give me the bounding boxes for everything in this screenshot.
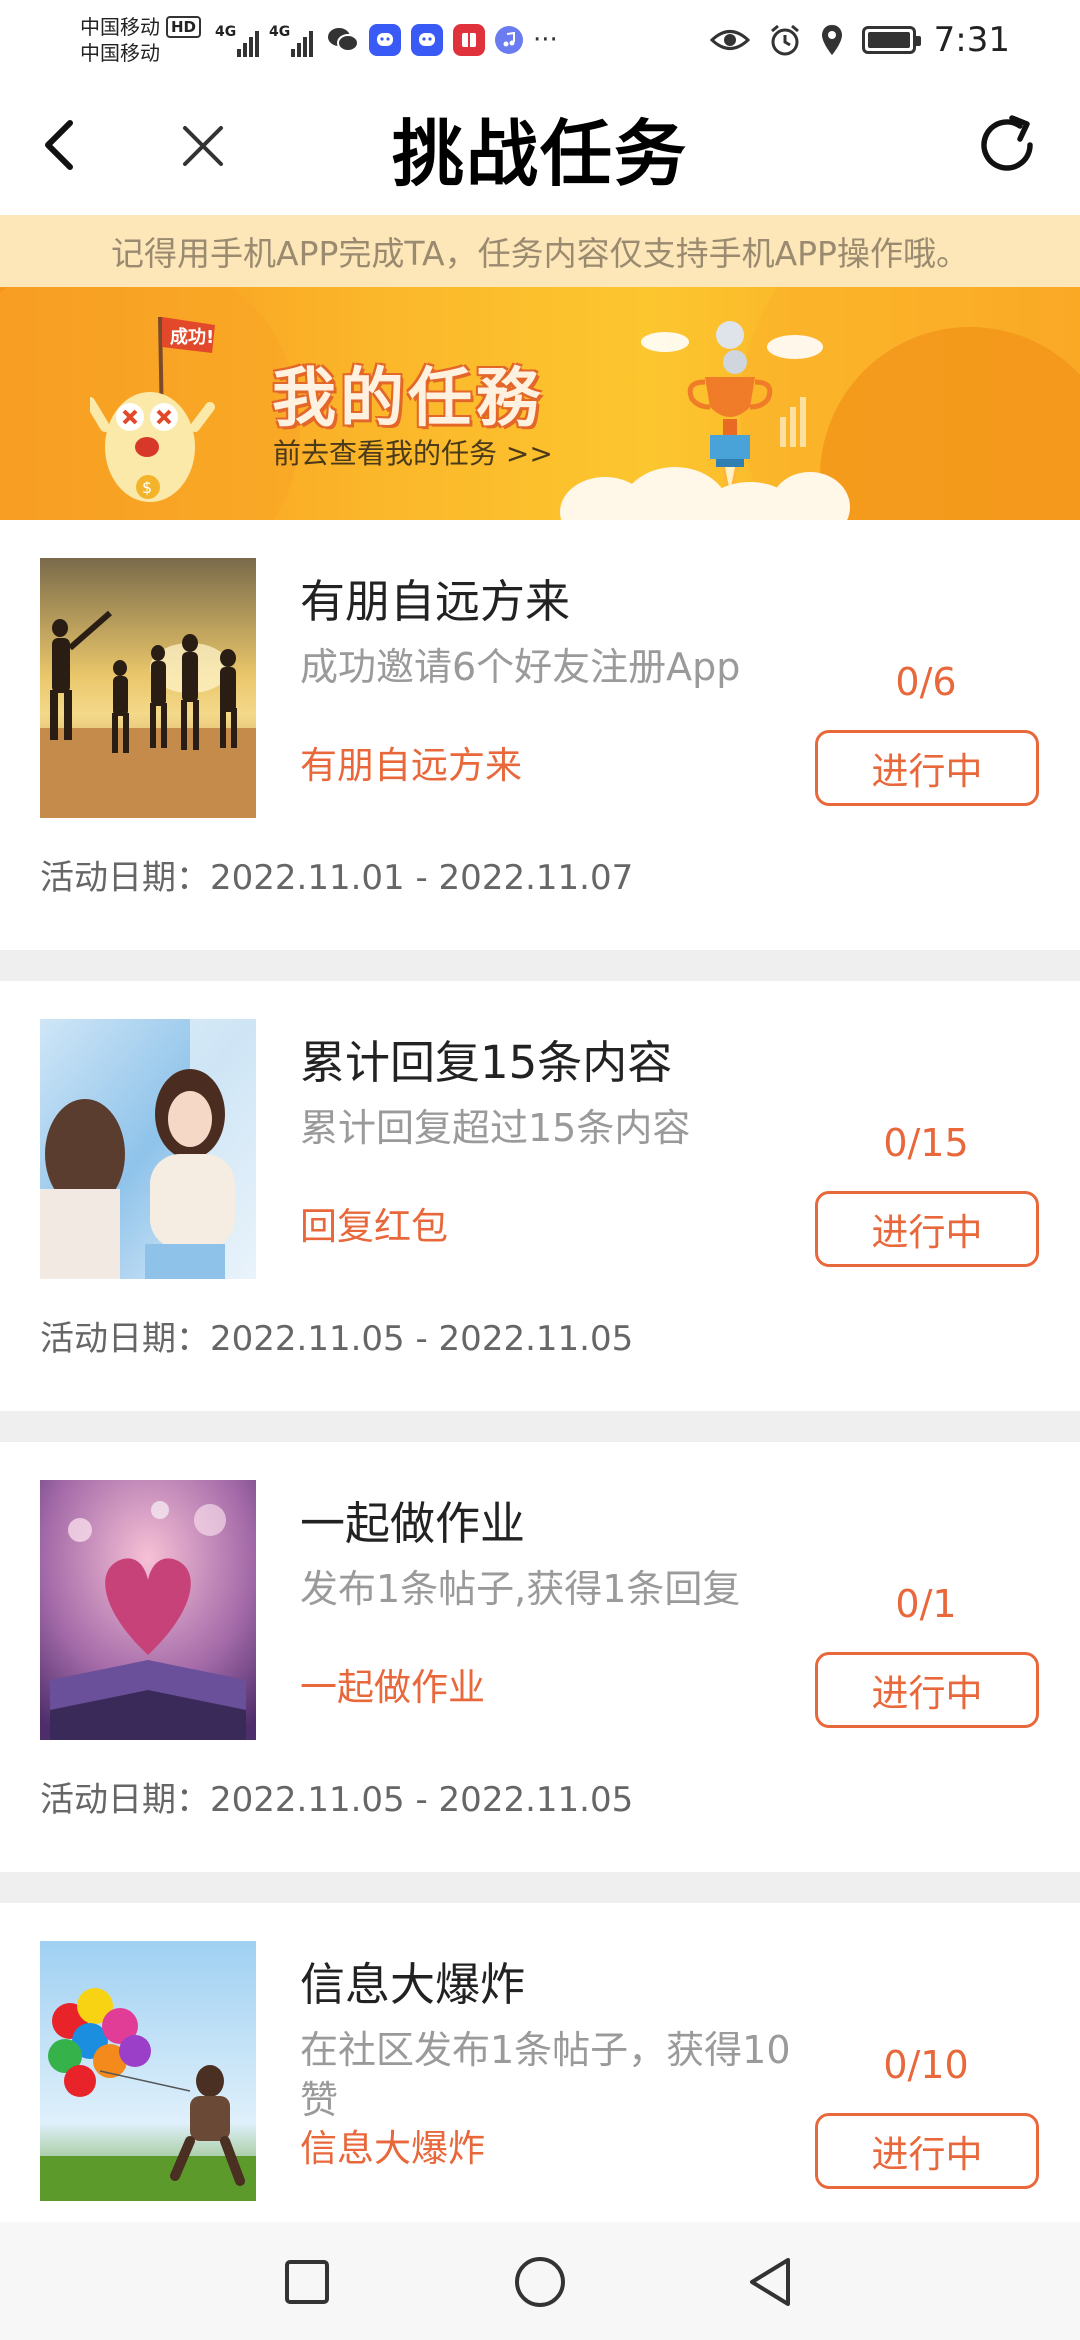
- system-nav-bar: [0, 2222, 1080, 2340]
- page: 中国移动 HD 中国移动 4G 4G ··· 7:31 挑战任务 记得用手机AP…: [0, 0, 1080, 2340]
- task-card[interactable]: 信息大爆炸 在社区发布1条帖子，获得10赞 信息大爆炸 0/10 进行中: [0, 1903, 1080, 2222]
- task-progress: 0/1: [895, 1582, 957, 1626]
- alarm-icon: [770, 24, 799, 56]
- task-thumbnail-balloons: [40, 1941, 256, 2201]
- system-status: 7:31: [709, 20, 1010, 60]
- qq-icon-1: [369, 24, 402, 56]
- music-icon: [495, 26, 524, 54]
- battery-icon: [861, 26, 921, 54]
- task-thumbnail-heart-book: [40, 1480, 256, 1740]
- title-bar: 挑战任务: [0, 80, 1080, 215]
- task-progress: 0/6: [895, 660, 957, 704]
- task-dates: 活动日期：2022.11.05 - 2022.11.05: [40, 1319, 634, 1359]
- task-card[interactable]: 一起做作业 发布1条帖子,获得1条回复 一起做作业 0/1 进行中 活动日期：2…: [0, 1442, 1080, 1872]
- my-tasks-banner[interactable]: 成功! $ 我的任務 前去查看我的任务 >>: [0, 287, 1080, 520]
- chevron-left-icon[interactable]: [32, 115, 92, 175]
- task-thumbnail-two-girls: [40, 1019, 256, 1279]
- signal-indicators: 4G 4G: [215, 23, 314, 57]
- clock: 7:31: [933, 20, 1010, 60]
- svg-text:$: $: [142, 478, 152, 497]
- task-category-link[interactable]: 信息大爆炸: [300, 2118, 485, 2172]
- task-status-button[interactable]: 进行中: [815, 2113, 1039, 2189]
- task-dates: 活动日期：2022.11.05 - 2022.11.05: [40, 1780, 634, 1820]
- triangle-back-icon[interactable]: [742, 2252, 802, 2312]
- task-category-link[interactable]: 回复红包: [300, 1196, 448, 1250]
- wechat-icon: [327, 24, 360, 56]
- task-description: 发布1条帖子,获得1条回复: [300, 1567, 741, 1611]
- carrier-2: 中国移动: [80, 41, 160, 65]
- carrier-info: 中国移动 HD 中国移动: [80, 14, 202, 66]
- page-title: 挑战任务: [391, 112, 688, 196]
- location-icon: [821, 25, 842, 55]
- task-description: 成功邀请6个好友注册App: [300, 645, 741, 689]
- task-category-link[interactable]: 一起做作业: [300, 1657, 485, 1711]
- task-status-button[interactable]: 进行中: [815, 1652, 1039, 1728]
- task-name: 有朋自远方来: [300, 575, 571, 628]
- signal-1-icon: 4G: [215, 23, 260, 57]
- flag-text: 成功!: [170, 326, 214, 348]
- task-thumbnail-beach-friends: [40, 558, 256, 818]
- carrier-1: 中国移动: [80, 15, 160, 39]
- task-card[interactable]: 有朋自远方来 成功邀请6个好友注册App 有朋自远方来 0/6 进行中 活动日期…: [0, 520, 1080, 950]
- close-icon[interactable]: [175, 118, 231, 174]
- task-status-button[interactable]: 进行中: [815, 730, 1039, 806]
- task-dates: 活动日期：2022.11.01 - 2022.11.07: [40, 858, 634, 898]
- banner-title: 我的任務: [272, 362, 544, 436]
- task-description: 累计回复超过15条内容: [300, 1106, 691, 1150]
- book-app-icon: [453, 24, 486, 56]
- circle-icon[interactable]: [510, 2252, 570, 2312]
- notification-icons: ···: [327, 24, 558, 56]
- more-notifications: ···: [533, 25, 558, 55]
- task-card[interactable]: 累计回复15条内容 累计回复超过15条内容 回复红包 0/15 进行中 活动日期…: [0, 981, 1080, 1411]
- task-progress: 0/10: [883, 2043, 969, 2087]
- mascot-illustration: 成功! $: [90, 316, 215, 502]
- eye-icon: [709, 30, 750, 50]
- qq-icon-2: [411, 24, 444, 56]
- task-name: 信息大爆炸: [300, 1958, 526, 2011]
- task-name: 一起做作业: [300, 1497, 526, 1550]
- notice-text: 记得用手机APP完成TA，任务内容仅支持手机APP操作哦。: [111, 234, 969, 273]
- square-icon[interactable]: [277, 2252, 337, 2312]
- task-category-link[interactable]: 有朋自远方来: [300, 735, 522, 789]
- task-description: 在社区发布1条帖子，获得10赞: [300, 2028, 791, 2122]
- status-bar: 中国移动 HD 中国移动 4G 4G ··· 7:31: [0, 0, 1080, 80]
- task-progress: 0/15: [883, 1121, 969, 1165]
- hd-badge: HD: [166, 16, 202, 38]
- signal-2-icon: 4G: [269, 23, 314, 57]
- task-name: 累计回复15条内容: [300, 1036, 673, 1089]
- refresh-icon[interactable]: [972, 110, 1042, 180]
- banner-subtitle[interactable]: 前去查看我的任务 >>: [273, 432, 553, 472]
- notice-bar: 记得用手机APP完成TA，任务内容仅支持手机APP操作哦。: [0, 215, 1080, 287]
- task-status-button[interactable]: 进行中: [815, 1191, 1039, 1267]
